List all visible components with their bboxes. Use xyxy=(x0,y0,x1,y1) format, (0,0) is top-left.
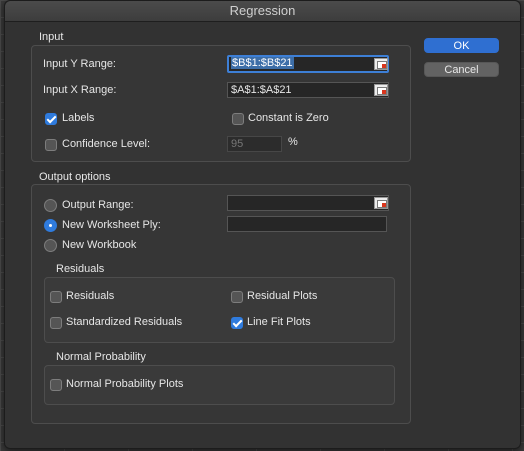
new-workbook-radio[interactable] xyxy=(44,239,57,252)
dialog-title: Regression xyxy=(5,1,520,22)
output-range-picker-icon[interactable] xyxy=(374,197,388,209)
standardized-residuals-label: Standardized Residuals xyxy=(66,316,183,328)
normal-probability-plots-checkbox[interactable] xyxy=(50,379,62,391)
normal-probability-section-title: Normal Probability xyxy=(56,351,146,363)
residual-plots-checkbox[interactable] xyxy=(231,291,243,303)
new-worksheet-ply-radio[interactable] xyxy=(44,219,57,232)
output-section-title: Output options xyxy=(39,171,111,183)
input-y-range-field[interactable]: $B$1:$B$21 xyxy=(227,55,389,73)
x-range-picker-icon[interactable] xyxy=(374,84,388,96)
normal-probability-plots-label: Normal Probability Plots xyxy=(66,378,184,390)
cancel-button[interactable]: Cancel xyxy=(424,62,499,77)
confidence-level-field[interactable]: 95 xyxy=(227,136,282,152)
input-y-range-label: Input Y Range: xyxy=(43,58,116,70)
residuals-label: Residuals xyxy=(66,290,115,302)
new-worksheet-ply-label: New Worksheet Ply: xyxy=(62,219,161,231)
y-range-picker-icon[interactable] xyxy=(374,58,388,70)
new-workbook-label: New Workbook xyxy=(62,239,137,251)
input-section-title: Input xyxy=(39,31,64,43)
output-range-field[interactable] xyxy=(227,195,389,211)
residuals-group: Residuals Residual Plots Standardized Re… xyxy=(44,277,395,343)
constant-zero-label: Constant is Zero xyxy=(248,112,329,124)
residuals-section-title: Residuals xyxy=(56,263,105,275)
input-group: Input Y Range: $B$1:$B$21 Input X Range:… xyxy=(31,45,411,162)
residual-plots-label: Residual Plots xyxy=(247,290,318,302)
line-fit-plots-checkbox[interactable] xyxy=(231,317,243,329)
standardized-residuals-checkbox[interactable] xyxy=(50,317,62,329)
ok-button[interactable]: OK xyxy=(424,38,499,53)
output-group: Output Range: New Worksheet Ply: New Wor… xyxy=(31,184,411,424)
residuals-checkbox[interactable] xyxy=(50,291,62,303)
percent-sign: % xyxy=(288,136,298,148)
constant-zero-checkbox[interactable] xyxy=(232,113,244,125)
new-worksheet-ply-field[interactable] xyxy=(227,216,387,232)
labels-label: Labels xyxy=(62,112,95,124)
confidence-level-label: Confidence Level: xyxy=(62,138,151,150)
input-x-range-field[interactable]: $A$1:$A$21 xyxy=(227,82,389,98)
input-y-range-value: $B$1:$B$21 xyxy=(231,57,294,69)
labels-checkbox[interactable] xyxy=(45,113,57,125)
confidence-level-checkbox[interactable] xyxy=(45,139,57,151)
output-range-radio[interactable] xyxy=(44,199,57,212)
line-fit-plots-label: Line Fit Plots xyxy=(247,316,311,328)
normal-probability-group: Normal Probability Plots xyxy=(44,365,395,405)
input-x-range-label: Input X Range: xyxy=(43,84,117,96)
output-range-label: Output Range: xyxy=(62,199,134,211)
regression-dialog: Regression OK Cancel Input Input Y Range… xyxy=(4,0,521,449)
